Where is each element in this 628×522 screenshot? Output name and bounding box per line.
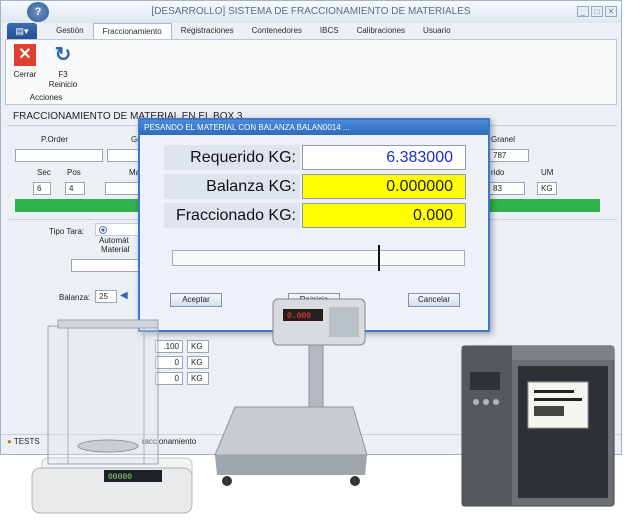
tab-ibcs[interactable]: IBCS <box>311 23 348 39</box>
material-label: Material <box>101 245 130 254</box>
cancelar-button[interactable]: Cancelar <box>408 293 460 307</box>
weight-gauge <box>172 245 465 271</box>
material-field[interactable] <box>71 259 141 272</box>
ma-field[interactable] <box>105 182 141 195</box>
fraccionado-value: 0.000 <box>302 203 466 228</box>
label-printer-image <box>461 345 615 507</box>
tipo-tara-label: Tipo Tara: <box>49 227 85 236</box>
sec-label: Sec <box>37 168 51 177</box>
close-label: Cerrar <box>13 70 37 79</box>
balanza-field[interactable]: 25 <box>95 290 117 303</box>
tipo-tara-value: Automát <box>99 236 129 245</box>
tab-contenedores[interactable]: Contenedores <box>243 23 311 39</box>
gauge-needle <box>378 245 380 271</box>
balance-display-text: 00000 <box>108 473 132 482</box>
reload-icon: ↻ <box>54 44 72 66</box>
gr-field[interactable] <box>107 149 141 162</box>
granel-label: Granel <box>491 135 516 144</box>
tab-calibraciones[interactable]: Calibraciones <box>348 23 414 39</box>
maximize-button[interactable]: □ <box>591 6 603 17</box>
tipo-tara-radio[interactable]: Automát <box>95 223 141 245</box>
close-icon: ✕ <box>14 44 36 66</box>
dialog-title: PESANDO EL MATERIAL CON BALANZA BALAN001… <box>140 120 488 135</box>
balanza-kg-label: Balanza KG: <box>164 174 300 199</box>
um-field[interactable]: KG <box>537 182 557 195</box>
requerido-label: Requerido KG: <box>164 145 300 170</box>
balanza-label: Balanza: <box>59 293 91 302</box>
ribbon-tabs: ▤▾ Gestión Fraccionamiento Registracione… <box>7 23 460 39</box>
tab-gestion[interactable]: Gestión <box>47 23 93 39</box>
close-window-button[interactable]: ✕ <box>605 6 617 17</box>
tab-registraciones[interactable]: Registraciones <box>172 23 243 39</box>
balanza-kg-value: 0.000000 <box>302 174 466 199</box>
prev-arrow-icon[interactable]: ◀ <box>120 290 128 301</box>
reload-button[interactable]: ↻ F3 Reinicio <box>46 44 80 90</box>
porder-field[interactable] <box>15 149 103 162</box>
title-bar: ? [DESARROLLO] SISTEMA DE FRACCIONAMIENT… <box>1 1 621 23</box>
fraccionado-label: Fraccionado KG: <box>164 203 300 228</box>
analytical-balance-image: 00000 <box>31 319 193 514</box>
close-button[interactable]: ✕ Cerrar <box>8 44 42 80</box>
user-icon: ● <box>7 437 12 446</box>
requerido-value: 6.383000 <box>302 145 466 170</box>
granel-field[interactable]: 787 <box>489 149 529 162</box>
ribbon-group-label: Acciones <box>29 93 63 102</box>
sec-field[interactable]: 6 <box>33 182 51 195</box>
window-title: [DESARROLLO] SISTEMA DE FRACCIONAMIENTO … <box>151 6 471 17</box>
porder-label: P.Order <box>41 135 68 144</box>
f3-label: F3 <box>58 70 68 79</box>
tab-usuario[interactable]: Usuario <box>414 23 460 39</box>
minimize-button[interactable]: _ <box>577 6 589 17</box>
pos-field[interactable]: 4 <box>65 182 85 195</box>
pos-label: Pos <box>67 168 81 177</box>
rido-field[interactable]: 83 <box>489 182 525 195</box>
reload-label: Reinicio <box>48 80 78 89</box>
radio-icon <box>99 225 107 234</box>
file-menu-button[interactable]: ▤▾ <box>7 23 37 39</box>
um-label: UM <box>541 168 554 177</box>
tab-fraccionamiento[interactable]: Fraccionamiento <box>92 23 172 39</box>
platform-scale-image: 0.000 <box>214 298 368 486</box>
scale-display-text: 0.000 <box>287 312 311 321</box>
ribbon: ✕ Cerrar ↻ F3 Reinicio Acciones <box>5 39 617 105</box>
rido-label: rido <box>491 168 505 177</box>
